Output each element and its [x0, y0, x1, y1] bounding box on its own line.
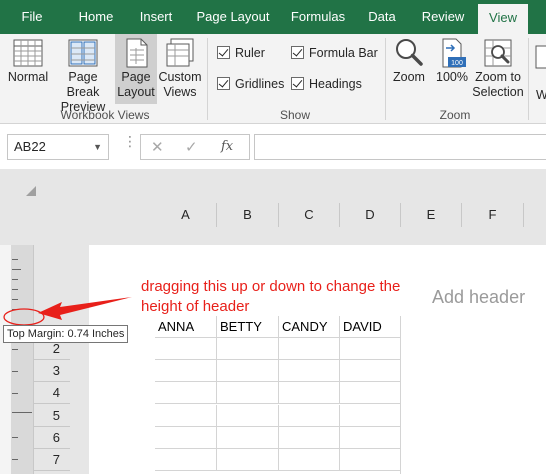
top-margin-tooltip: Top Margin: 0.74 Inches [3, 325, 129, 343]
annotation-arrow-icon [38, 297, 132, 320]
annotation-ellipse [3, 308, 45, 326]
annotation-overlay [3, 297, 132, 326]
